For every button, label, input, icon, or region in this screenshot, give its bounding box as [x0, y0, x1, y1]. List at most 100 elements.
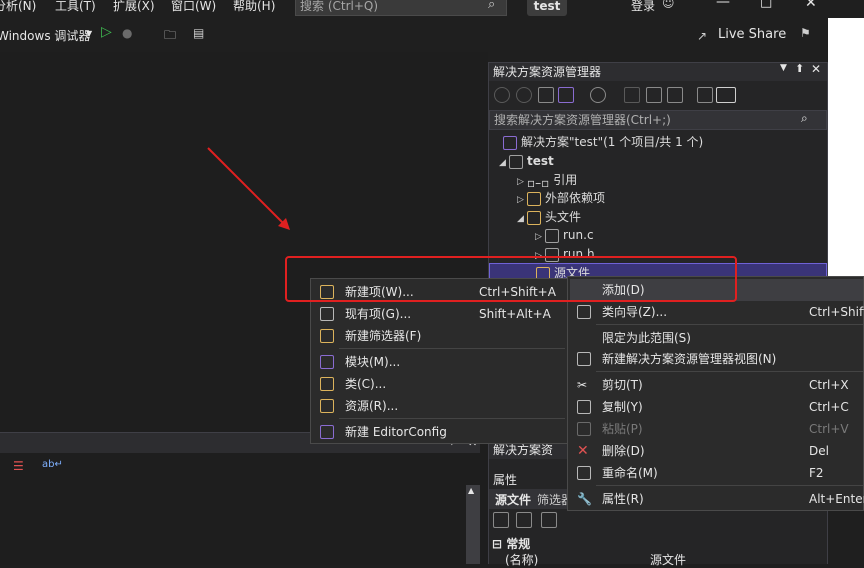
editorconfig-icon	[320, 425, 334, 439]
new-view-icon	[577, 352, 591, 366]
collapse-all-icon[interactable]	[646, 87, 662, 103]
hot-reload-icon[interactable]: ●	[122, 26, 132, 40]
pending-changes-icon[interactable]	[590, 87, 606, 103]
context-menu: 添加(D) 类向导(Z)... Ctrl+Shift 限定为此范围(S) 新建解…	[567, 276, 864, 511]
existing-item-icon	[320, 307, 334, 321]
folder-open-icon	[527, 210, 541, 225]
properties-object-name: 源文件	[495, 493, 532, 507]
search-placeholder: 搜索 (Ctrl+Q)	[300, 0, 379, 13]
menu-new-explorer-view[interactable]: 新建解决方案资源管理器视图(N)	[570, 348, 863, 370]
clear-all-icon[interactable]: ☰	[13, 459, 24, 473]
add-submenu: 新建项(W)... Ctrl+Shift+A 现有项(G)... Shift+A…	[310, 278, 568, 444]
menu-separator	[596, 324, 863, 325]
menu-resource[interactable]: 资源(R)...	[313, 395, 565, 417]
scroll-up-icon[interactable]: ▲	[468, 486, 474, 495]
background-window	[828, 18, 864, 276]
tree-external-deps[interactable]: ▷ 外部依赖项	[489, 189, 605, 208]
properties-title: 属性	[493, 473, 518, 487]
account-icon[interactable]: ☺	[662, 0, 675, 10]
menu-module[interactable]: 模块(M)...	[313, 351, 565, 373]
delete-x-icon: ✕	[577, 443, 589, 459]
panel-close-icon[interactable]: ✕	[811, 62, 821, 76]
search-icon[interactable]: ⌕	[488, 0, 495, 12]
menu-analyze[interactable]: 分析(N)	[0, 0, 36, 14]
menu-delete[interactable]: ✕ 删除(D) Del	[570, 440, 863, 462]
menu-new-editorconfig[interactable]: 新建 EditorConfig	[313, 421, 565, 443]
menu-extensions[interactable]: 扩展(X)	[113, 0, 155, 14]
alphabetical-icon[interactable]	[516, 512, 532, 528]
properties-wrench-icon[interactable]	[697, 87, 713, 103]
tree-file-c[interactable]: ▷ run.c	[489, 226, 594, 245]
debugger-select[interactable]: Windows 调试器	[0, 27, 90, 44]
menu-scope-to-this[interactable]: 限定为此范围(S)	[570, 327, 863, 349]
c-file-icon	[545, 228, 559, 243]
menu-cut[interactable]: ✂ 剪切(T) Ctrl+X	[570, 374, 863, 396]
property-value: 源文件	[650, 553, 687, 567]
menu-new-filter[interactable]: 新建筛选器(F)	[313, 325, 565, 347]
chevron-down-icon[interactable]: ▼	[86, 29, 92, 38]
live-share-icon[interactable]: ↗	[697, 29, 707, 43]
menu-properties[interactable]: 🔧 属性(R) Alt+Enter	[570, 488, 864, 510]
menu-tools[interactable]: 工具(T)	[55, 0, 96, 14]
tree-header-files[interactable]: ◢ 头文件	[489, 208, 581, 227]
menu-copy[interactable]: 复制(Y) Ctrl+C	[570, 396, 863, 418]
close-icon[interactable]: ✕	[805, 0, 817, 11]
tree-solution[interactable]: 解决方案"test"(1 个项目/共 1 个)	[489, 133, 703, 152]
panel-menu-icon[interactable]: ▼	[780, 63, 787, 73]
menu-class[interactable]: 类(C)...	[313, 373, 565, 395]
global-search-input[interactable]: 搜索 (Ctrl+Q)	[295, 0, 507, 16]
menu-window[interactable]: 窗口(W)	[171, 0, 216, 14]
categorized-icon[interactable]	[493, 512, 509, 528]
references-icon: ▫–▫	[527, 175, 550, 190]
feedback-icon[interactable]: ⚑	[800, 26, 811, 40]
solution-explorer-title: 解决方案资源管理器	[489, 63, 827, 81]
menu-paste[interactable]: 粘贴(P) Ctrl+V	[570, 418, 863, 440]
annotation-highlight-box	[285, 256, 737, 302]
start-debug-icon[interactable]: ▷	[101, 24, 112, 40]
class-icon	[320, 377, 334, 391]
property-pages-wrench-icon[interactable]	[541, 512, 557, 528]
solution-name-badge: test	[527, 0, 567, 16]
folder-search-icon[interactable]: 🗀	[164, 26, 176, 47]
menu-existing-item[interactable]: 现有项(G)... Shift+Alt+A	[313, 303, 565, 325]
collapse-icon[interactable]: ⊟	[492, 537, 502, 551]
switch-views-icon[interactable]	[558, 87, 574, 103]
live-share-button[interactable]: Live Share	[718, 27, 786, 42]
window-layout-icon[interactable]: ▤	[193, 26, 204, 40]
tree-references[interactable]: ▷ ▫–▫ 引用	[489, 171, 577, 190]
rename-icon	[577, 466, 591, 480]
new-filter-icon	[320, 329, 334, 343]
forward-icon[interactable]	[516, 87, 532, 103]
search-icon[interactable]: ⌕	[801, 111, 808, 126]
property-name: (名称)	[505, 553, 539, 567]
sync-icon[interactable]	[624, 87, 640, 103]
wrench-icon: 🔧	[577, 492, 592, 506]
menu-separator	[339, 348, 565, 349]
solution-search-input[interactable]: 搜索解决方案资源管理器(Ctrl+;)	[489, 110, 827, 130]
show-all-files-icon[interactable]	[667, 87, 683, 103]
back-icon[interactable]	[494, 87, 510, 103]
paste-icon	[577, 422, 591, 436]
resource-icon	[320, 399, 334, 413]
menu-help[interactable]: 帮助(H)	[233, 0, 275, 14]
properties-section[interactable]: ⊟ 常规	[492, 535, 530, 552]
menu-separator	[339, 418, 565, 419]
tab-solution-explorer[interactable]: 解决方案资	[489, 442, 569, 459]
annotation-arrow-icon	[207, 147, 290, 230]
solution-icon	[503, 135, 517, 150]
preview-selected-icon[interactable]	[716, 87, 736, 103]
scrollbar[interactable]	[466, 485, 480, 564]
scissors-icon: ✂	[577, 378, 588, 392]
pin-icon[interactable]: ⬆	[795, 62, 804, 75]
menu-class-wizard[interactable]: 类向导(Z)... Ctrl+Shift	[570, 301, 864, 323]
class-wizard-icon	[577, 305, 591, 319]
minimize-icon[interactable]: —	[716, 0, 730, 10]
menu-rename[interactable]: 重命名(M) F2	[570, 462, 863, 484]
login-link[interactable]: 登录	[631, 0, 655, 14]
home-icon[interactable]	[538, 87, 554, 103]
maximize-icon[interactable]: □	[760, 0, 772, 10]
external-deps-icon	[527, 191, 541, 206]
tree-project[interactable]: ◢ test	[489, 152, 554, 171]
copy-icon	[577, 400, 591, 414]
word-wrap-icon[interactable]: ab↵	[42, 459, 63, 470]
